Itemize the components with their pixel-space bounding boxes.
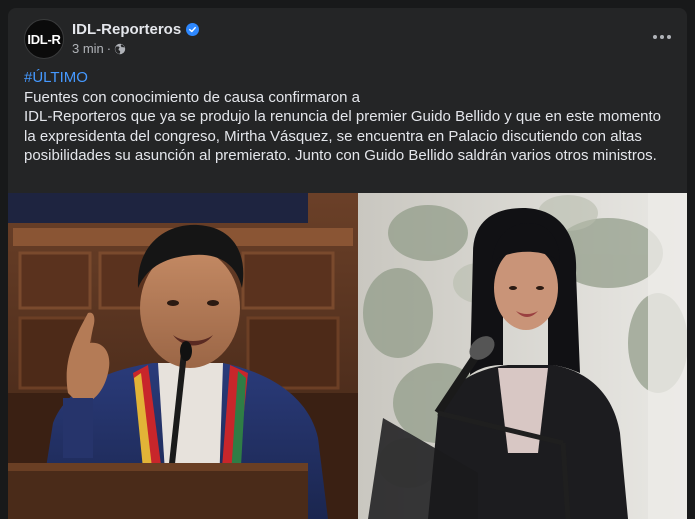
more-options-icon — [652, 35, 673, 39]
page-name-link[interactable]: IDL-Reporteros — [72, 21, 181, 38]
verified-badge-icon — [186, 23, 200, 36]
meta-separator: · — [106, 41, 112, 56]
post-photo[interactable] — [8, 193, 687, 519]
globe-icon[interactable] — [114, 43, 126, 55]
post-card: IDL-R IDL-Reporteros 3 min · #ÚLTIMO Fue… — [8, 8, 687, 519]
more-options-button[interactable] — [644, 19, 680, 55]
page-name-row: IDL-Reporteros — [72, 21, 200, 38]
post-timestamp[interactable]: 3 min — [72, 41, 104, 56]
post-text-line1: Fuentes con conocimiento de causa confir… — [24, 88, 361, 106]
page-avatar[interactable]: IDL-R — [24, 19, 64, 59]
post-header: IDL-R IDL-Reporteros 3 min · — [24, 19, 671, 61]
post-text-body: IDL-Reporteros que ya se produjo la renu… — [24, 108, 662, 164]
avatar-logo-text: IDL-R — [27, 31, 61, 47]
hashtag-link[interactable]: #ÚLTIMO — [24, 68, 674, 88]
photo-illustration — [8, 193, 687, 519]
post-meta: 3 min · — [72, 41, 126, 56]
post-text: #ÚLTIMO Fuentes con conocimiento de caus… — [24, 68, 674, 166]
